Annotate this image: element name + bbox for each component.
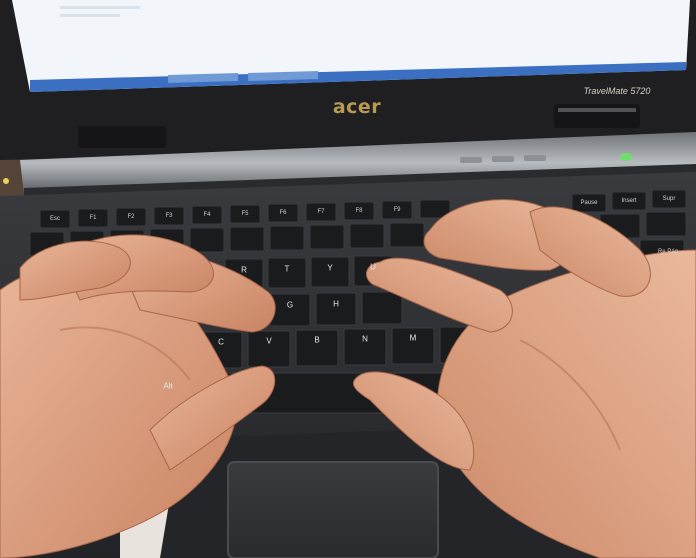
power-led	[620, 153, 632, 161]
key	[310, 256, 350, 288]
key	[39, 209, 71, 229]
hinge-left	[78, 126, 166, 148]
key	[315, 292, 357, 326]
side-led	[3, 178, 9, 184]
key	[343, 201, 375, 221]
key	[189, 227, 225, 253]
hinge-right	[554, 104, 640, 128]
screen-content	[60, 14, 120, 17]
model-label: TravelMate 5720	[583, 86, 651, 96]
key	[349, 223, 385, 249]
key	[229, 204, 261, 224]
key	[571, 193, 607, 213]
acer-logo: acer	[332, 96, 382, 118]
status-button	[460, 157, 482, 163]
screen-content	[60, 6, 140, 9]
key	[153, 206, 185, 226]
key	[645, 211, 687, 237]
key	[229, 226, 265, 252]
laptop-photo-scene	[0, 0, 696, 558]
key	[269, 293, 311, 327]
key	[309, 224, 345, 250]
key	[361, 291, 403, 325]
touchpad	[227, 461, 439, 558]
key	[343, 328, 387, 366]
key	[611, 191, 647, 211]
key	[651, 189, 687, 209]
key	[295, 329, 339, 367]
key	[305, 202, 337, 222]
key	[77, 208, 109, 228]
key	[267, 203, 299, 223]
key	[247, 330, 291, 368]
key	[391, 327, 435, 365]
key	[267, 257, 307, 289]
key	[269, 225, 305, 251]
key	[191, 205, 223, 225]
hinge-right-highlight	[558, 108, 636, 112]
key	[381, 200, 413, 220]
key	[115, 207, 147, 227]
key	[389, 222, 425, 248]
status-button	[492, 156, 514, 162]
status-button	[524, 155, 546, 161]
